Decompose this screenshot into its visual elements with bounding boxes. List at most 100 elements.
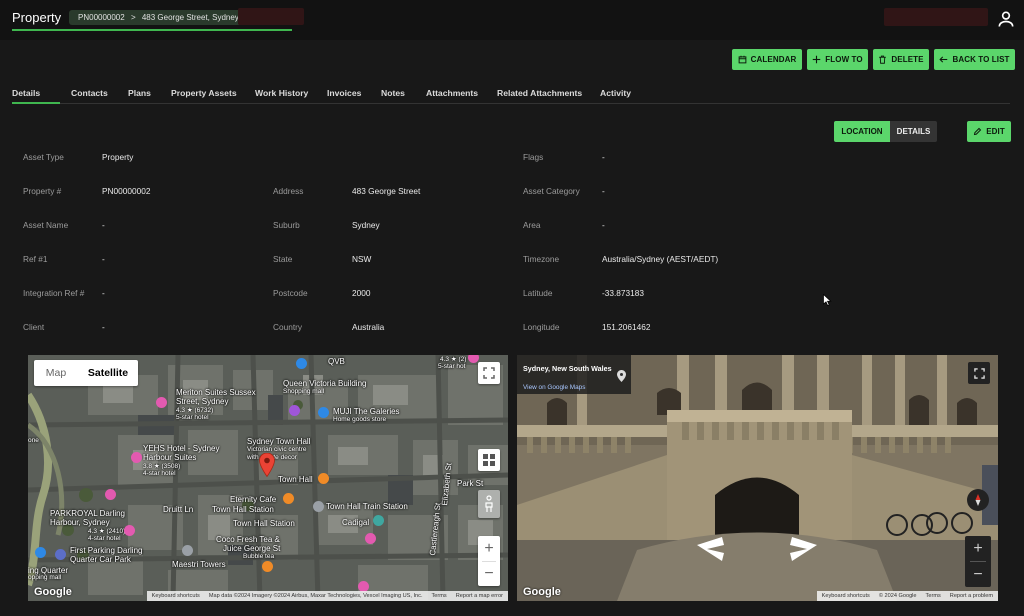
satellite-map[interactable]: Map Satellite Meriton Suites Sussex Stre… bbox=[28, 355, 508, 601]
breadcrumb[interactable]: PN00000002 > 483 George Street, Sydney bbox=[69, 10, 248, 25]
poi-label[interactable]: Town Hall Station bbox=[233, 519, 295, 528]
delete-button[interactable]: DELETE bbox=[873, 49, 929, 70]
poi-label[interactable]: Cadigal bbox=[342, 518, 369, 527]
details-toggle[interactable]: DETAILS bbox=[890, 121, 937, 142]
tab-related-attachments[interactable]: Related Attachments bbox=[497, 88, 582, 98]
sv-zoom-out-button[interactable]: − bbox=[973, 562, 982, 587]
poi-label[interactable]: Sydney Town Hall bbox=[247, 437, 310, 446]
poi-label[interactable]: QVB bbox=[328, 357, 345, 366]
edit-button[interactable]: EDIT bbox=[967, 121, 1011, 142]
train-station-pin-icon[interactable] bbox=[318, 473, 329, 484]
keyboard-shortcuts-link[interactable]: Keyboard shortcuts bbox=[152, 593, 200, 599]
store-pin-icon[interactable] bbox=[35, 547, 46, 558]
layers-button[interactable] bbox=[478, 449, 500, 471]
poi-label[interactable]: Queen Victoria Building bbox=[283, 379, 366, 388]
field-label: Asset Category bbox=[523, 186, 580, 196]
view-on-google-maps-link[interactable]: View on Google Maps bbox=[523, 384, 585, 391]
poi-label[interactable]: MUJI The Galeries bbox=[333, 407, 400, 416]
back-to-list-button[interactable]: BACK TO LIST bbox=[934, 49, 1015, 70]
poi-type: Home goods store bbox=[333, 416, 387, 423]
field-label: Postcode bbox=[273, 288, 308, 298]
field-label: Longitude bbox=[523, 322, 560, 332]
map-pin-button[interactable] bbox=[612, 365, 630, 387]
field-label: Ref #1 bbox=[23, 254, 48, 264]
poi-label[interactable]: First Parking Darling bbox=[70, 546, 142, 555]
poi-label[interactable]: Meriton Suites Sussex bbox=[176, 388, 256, 397]
field-value: NSW bbox=[352, 254, 372, 264]
shopping-pin-icon[interactable] bbox=[289, 405, 300, 416]
hotel-pin-icon[interactable] bbox=[105, 489, 116, 500]
field-value: Australia/Sydney (AEST/AEDT) bbox=[602, 254, 719, 264]
poi-label[interactable]: Town Hall Train Station bbox=[326, 502, 408, 511]
plus-icon bbox=[813, 55, 821, 64]
compass-button[interactable] bbox=[967, 489, 989, 511]
cafe-pin-icon[interactable] bbox=[283, 493, 294, 504]
poi-label[interactable]: Maestri Towers bbox=[172, 560, 226, 569]
parking-pin-icon[interactable] bbox=[55, 549, 66, 560]
page-title: Property bbox=[12, 10, 62, 25]
street-view[interactable]: Sydney, New South Wales View on Google M… bbox=[517, 355, 998, 601]
field-label: Asset Type bbox=[23, 152, 64, 162]
poi-type: 5-star hotel bbox=[176, 414, 209, 421]
fullscreen-button[interactable] bbox=[478, 362, 500, 384]
tab-work-history[interactable]: Work History bbox=[255, 88, 308, 98]
poi-rating: 4.3 ★ (6732) bbox=[176, 407, 214, 414]
terms-link[interactable]: Terms bbox=[432, 593, 447, 599]
poi-label[interactable]: Coco Fresh Tea & bbox=[216, 535, 280, 544]
tab-property-assets[interactable]: Property Assets bbox=[171, 88, 237, 98]
field-value: - bbox=[602, 152, 605, 162]
report-link[interactable]: Report a problem bbox=[950, 593, 993, 599]
tab-plans[interactable]: Plans bbox=[128, 88, 151, 98]
breadcrumb-id[interactable]: PN00000002 bbox=[78, 13, 125, 22]
pegman-button[interactable] bbox=[478, 490, 500, 518]
tab-attachments[interactable]: Attachments bbox=[426, 88, 478, 98]
hotel-pin-icon[interactable] bbox=[365, 533, 376, 544]
field-label: State bbox=[273, 254, 293, 264]
tab-details[interactable]: Details bbox=[12, 88, 40, 98]
field-value: - bbox=[102, 288, 105, 298]
field-label: Area bbox=[523, 220, 541, 230]
tab-notes[interactable]: Notes bbox=[381, 88, 405, 98]
map-type-satellite[interactable]: Satellite bbox=[78, 360, 138, 386]
poi-label[interactable]: Town Hall bbox=[278, 475, 313, 484]
building-pin-icon[interactable] bbox=[182, 545, 193, 556]
terms-link[interactable]: Terms bbox=[926, 593, 941, 599]
cafe-pin-icon[interactable] bbox=[262, 561, 273, 572]
zoom-out-button[interactable]: − bbox=[484, 562, 493, 586]
fullscreen-icon bbox=[483, 367, 495, 379]
poi-label[interactable]: YEHS Hotel - Sydney bbox=[143, 444, 219, 453]
fullscreen-icon bbox=[973, 367, 985, 379]
metro-pin-icon[interactable] bbox=[373, 515, 384, 526]
calendar-icon bbox=[738, 55, 747, 64]
sv-zoom-in-button[interactable]: + bbox=[973, 536, 982, 561]
flow-to-button[interactable]: FLOW TO bbox=[807, 49, 868, 70]
sv-fullscreen-button[interactable] bbox=[968, 362, 990, 384]
flow-to-label: FLOW TO bbox=[825, 55, 863, 64]
store-pin-icon[interactable] bbox=[318, 407, 329, 418]
user-icon[interactable] bbox=[996, 9, 1016, 29]
field-value: -33.873183 bbox=[602, 288, 644, 298]
hotel-pin-icon[interactable] bbox=[156, 397, 167, 408]
street-view-attribution: Keyboard shortcuts © 2024 Google Terms R… bbox=[816, 591, 998, 601]
tab-invoices[interactable]: Invoices bbox=[327, 88, 361, 98]
map-type-map[interactable]: Map bbox=[34, 360, 78, 386]
store-pin-icon[interactable] bbox=[296, 358, 307, 369]
location-marker-icon[interactable] bbox=[259, 453, 275, 477]
hotel-pin-icon[interactable] bbox=[131, 452, 142, 463]
report-link[interactable]: Report a map error bbox=[456, 593, 503, 599]
poi-rating: 4.3 ★ (2410) bbox=[88, 528, 126, 535]
hotel-pin-icon[interactable] bbox=[124, 525, 135, 536]
poi-label[interactable]: Town Hall Station bbox=[212, 505, 274, 514]
poi-label[interactable]: Eternity Cafe bbox=[230, 495, 276, 504]
tab-activity[interactable]: Activity bbox=[600, 88, 631, 98]
poi-label[interactable]: PARKROYAL Darling bbox=[50, 509, 125, 518]
field-value: 151.2061462 bbox=[602, 322, 651, 332]
poi-type: 4-star hotel bbox=[143, 470, 176, 477]
keyboard-shortcuts-link[interactable]: Keyboard shortcuts bbox=[822, 593, 870, 599]
tab-contacts[interactable]: Contacts bbox=[71, 88, 108, 98]
calendar-button[interactable]: CALENDAR bbox=[732, 49, 802, 70]
transit-pin-icon[interactable] bbox=[313, 501, 324, 512]
location-toggle[interactable]: LOCATION bbox=[834, 121, 890, 142]
zoom-in-button[interactable]: + bbox=[484, 536, 493, 561]
field-value: - bbox=[102, 254, 105, 264]
